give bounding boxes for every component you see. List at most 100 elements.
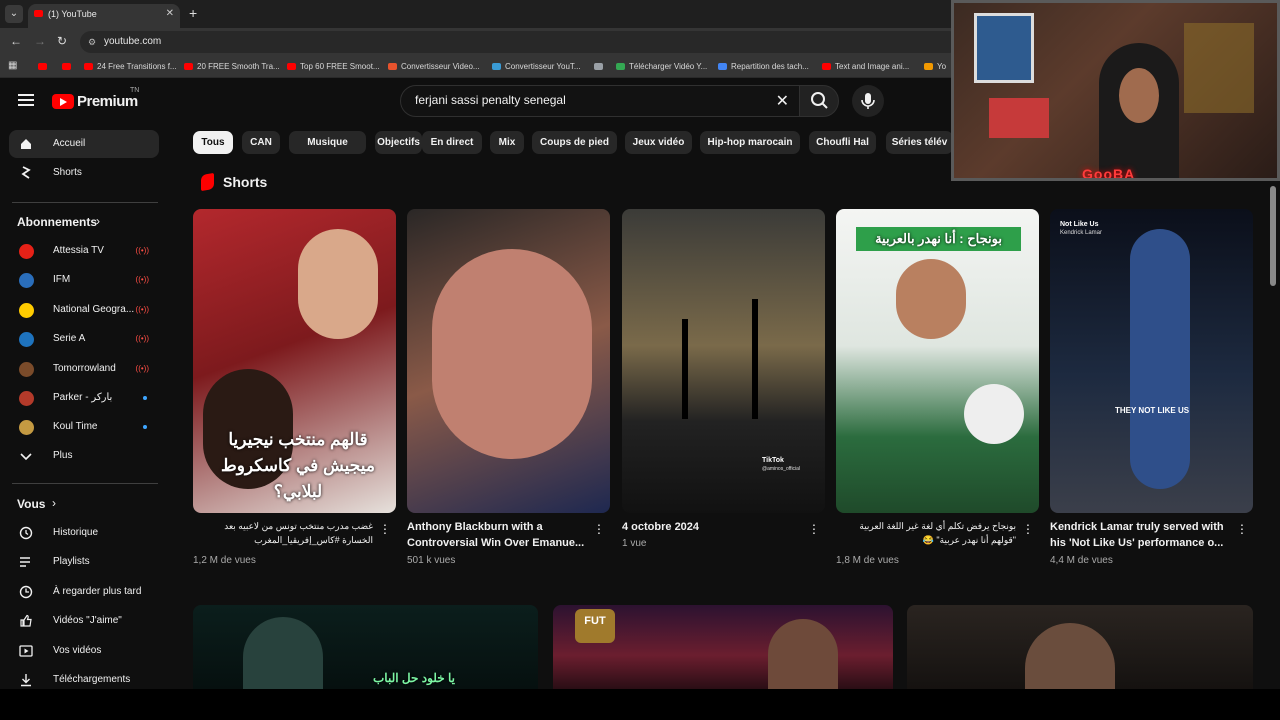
video-thumbnail[interactable]: يا خلود حل الباب — [193, 605, 538, 689]
filter-chip[interactable]: Hip-hop marocain — [700, 131, 800, 154]
browser-tab[interactable]: (1) YouTube ✕ — [28, 4, 180, 28]
sidebar-item[interactable]: Shorts — [9, 159, 159, 187]
chevron-right-icon[interactable]: › — [96, 214, 100, 228]
live-indicator-icon: ((•)) — [135, 275, 149, 285]
bookmark-item[interactable]: Repartition des tach... — [718, 60, 809, 74]
short-thumbnail[interactable]: TikTok @aminos_official — [622, 209, 825, 513]
bookmark-item[interactable]: 20 FREE Smooth Tra... — [184, 60, 280, 74]
menu-icon[interactable] — [18, 94, 34, 106]
playlists-icon — [20, 557, 30, 568]
short-title[interactable]: Kendrick Lamar truly served with his 'No… — [1050, 519, 1230, 551]
sidebar-subscription-item[interactable]: IFM ((•)) — [9, 266, 159, 294]
filter-chip[interactable]: Jeux vidéo — [625, 131, 692, 154]
short-title[interactable]: بونجاح يرفض تكلم أي لغة غير اللغة العربي… — [836, 519, 1016, 547]
filter-chip[interactable]: Musique — [289, 131, 366, 154]
tab-close-icon[interactable]: ✕ — [166, 4, 174, 24]
bookmark-favicon-icon — [718, 63, 727, 71]
bookmark-favicon-icon — [84, 63, 93, 71]
short-card[interactable]: Not Like Us Kendrick Lamar THEY NOT LIKE U… — [1050, 209, 1253, 566]
filter-chip[interactable]: Séries télév — [886, 131, 953, 154]
person-silhouette — [298, 229, 378, 339]
short-card[interactable]: قالهم منتخب نيجيريا ميجيش في كاسكروط لبل… — [193, 209, 396, 566]
video-thumbnail[interactable]: FUT — [553, 605, 893, 689]
poster-frame — [974, 13, 1034, 83]
voice-search-button[interactable] — [852, 85, 884, 117]
bookmark-item[interactable]: Convertisseur Video... — [388, 60, 480, 74]
short-title[interactable]: 4 octobre 2024 — [622, 519, 802, 535]
site-info-icon[interactable]: ⚙ — [88, 31, 96, 53]
short-card[interactable]: Anthony Blackburn with a Controversial W… — [407, 209, 610, 566]
chevron-right-icon[interactable]: › — [52, 496, 56, 510]
search-box[interactable]: ferjani sassi penalty senegal ✕ — [400, 85, 800, 117]
you-heading[interactable]: Vous — [17, 497, 45, 511]
person-silhouette — [1025, 623, 1115, 689]
watch-later-icon — [19, 585, 33, 598]
sidebar-item[interactable]: Playlists — [9, 548, 159, 576]
filter-chip[interactable]: Mix — [490, 131, 524, 154]
sidebar-item[interactable]: Accueil — [9, 130, 159, 158]
video-thumbnail[interactable] — [907, 605, 1253, 689]
filter-chip[interactable]: Tous — [193, 131, 233, 154]
short-thumbnail[interactable]: قالهم منتخب نيجيريا ميجيش في كاسكروط لبل… — [193, 209, 396, 513]
sidebar-subscription-item[interactable]: Parker - باركر — [9, 384, 159, 412]
sidebar-item[interactable]: Vidéos "J'aime" — [9, 607, 159, 635]
page-scrollbar[interactable] — [1270, 186, 1276, 286]
filter-chip[interactable]: Coups de pied — [532, 131, 617, 154]
sidebar-subscription-item[interactable]: Koul Time — [9, 413, 159, 441]
short-thumbnail[interactable]: Not Like Us Kendrick Lamar THEY NOT LIKE U… — [1050, 209, 1253, 513]
short-title[interactable]: Anthony Blackburn with a Controversial W… — [407, 519, 587, 551]
view-count: 1 vue — [622, 538, 647, 549]
sidebar-divider — [12, 483, 158, 484]
short-card[interactable]: بونجاح : أنا نهدر بالعربية بونجاح يرفض تك… — [836, 209, 1039, 566]
more-options-icon[interactable]: · · · — [382, 517, 388, 539]
new-tab-button[interactable]: + — [189, 5, 197, 21]
filter-chip[interactable]: Choufli Hal — [809, 131, 876, 154]
search-button[interactable] — [799, 85, 839, 117]
address-bar[interactable]: ⚙ youtube.com — [80, 31, 960, 53]
apps-grid-icon[interactable]: ▦ — [8, 59, 17, 73]
subscriptions-heading[interactable]: Abonnements — [17, 215, 97, 229]
forward-arrow-icon[interactable]: → — [34, 34, 46, 48]
sidebar-item[interactable]: Vos vidéos — [9, 637, 159, 665]
shorts-logo-icon — [201, 172, 214, 192]
bookmark-item[interactable] — [62, 60, 75, 74]
filter-chip[interactable]: CAN — [242, 131, 280, 154]
short-card[interactable]: TikTok @aminos_official 4 octobre 2024 1 vu… — [622, 209, 825, 549]
sidebar-subscription-item[interactable]: Tomorrowland ((•)) — [9, 355, 159, 383]
bookmark-item[interactable]: Yo — [924, 60, 946, 74]
bookmark-item[interactable]: Top 60 FREE Smoot... — [287, 60, 380, 74]
filter-chip[interactable]: Objectifs — [375, 131, 422, 154]
filter-chip[interactable]: En direct — [422, 131, 482, 154]
sidebar-item[interactable]: Plus — [9, 442, 159, 470]
short-thumbnail[interactable] — [407, 209, 610, 513]
bookmark-favicon-icon — [822, 63, 831, 71]
clear-search-icon[interactable]: ✕ — [776, 91, 789, 111]
bookmark-item[interactable]: Text and Image ani... — [822, 60, 909, 74]
sidebar-subscription-item[interactable]: National Geogra... ((•)) — [9, 296, 159, 324]
bookmark-item[interactable]: Télécharger Vidéo Y... — [616, 60, 707, 74]
youtube-premium-logo[interactable]: Premium — [52, 92, 138, 110]
bookmark-item[interactable]: 24 Free Transitions f... — [84, 60, 177, 74]
more-options-icon[interactable]: · · · — [596, 517, 602, 539]
sidebar-subscription-item[interactable]: Serie A ((•)) — [9, 325, 159, 353]
back-arrow-icon[interactable]: ← — [10, 34, 22, 48]
reload-icon[interactable]: ↻ — [57, 34, 67, 48]
thumbnail-tag-subtitle: @aminos_official — [762, 466, 801, 472]
more-options-icon[interactable]: · · · — [811, 517, 817, 539]
more-options-icon[interactable]: · · · — [1239, 517, 1245, 539]
bookmark-label: Télécharger Vidéo Y... — [629, 62, 708, 71]
short-thumbnail[interactable]: بونجاح : أنا نهدر بالعربية — [836, 209, 1039, 513]
bookmark-item[interactable] — [594, 60, 607, 74]
bookmark-label: 20 FREE Smooth Tra... — [197, 62, 280, 71]
search-input[interactable]: ferjani sassi penalty senegal — [415, 93, 566, 107]
bookmark-item[interactable]: Convertisseur YouT... — [492, 60, 581, 74]
sidebar-item[interactable]: À regarder plus tard — [9, 578, 159, 606]
short-title[interactable]: غضب مدرب منتخب تونس من لاعبيه بعد الخسار… — [193, 519, 373, 547]
tab-search-button[interactable]: ⌄ — [5, 5, 23, 23]
more-options-icon[interactable]: · · · — [1025, 517, 1031, 539]
sidebar-item[interactable]: Historique — [9, 519, 159, 547]
bookmark-item[interactable] — [38, 60, 51, 74]
sidebar-divider — [12, 202, 158, 203]
sidebar-subscription-item[interactable]: Attessia TV ((•)) — [9, 237, 159, 265]
jersey-frame — [989, 98, 1049, 138]
